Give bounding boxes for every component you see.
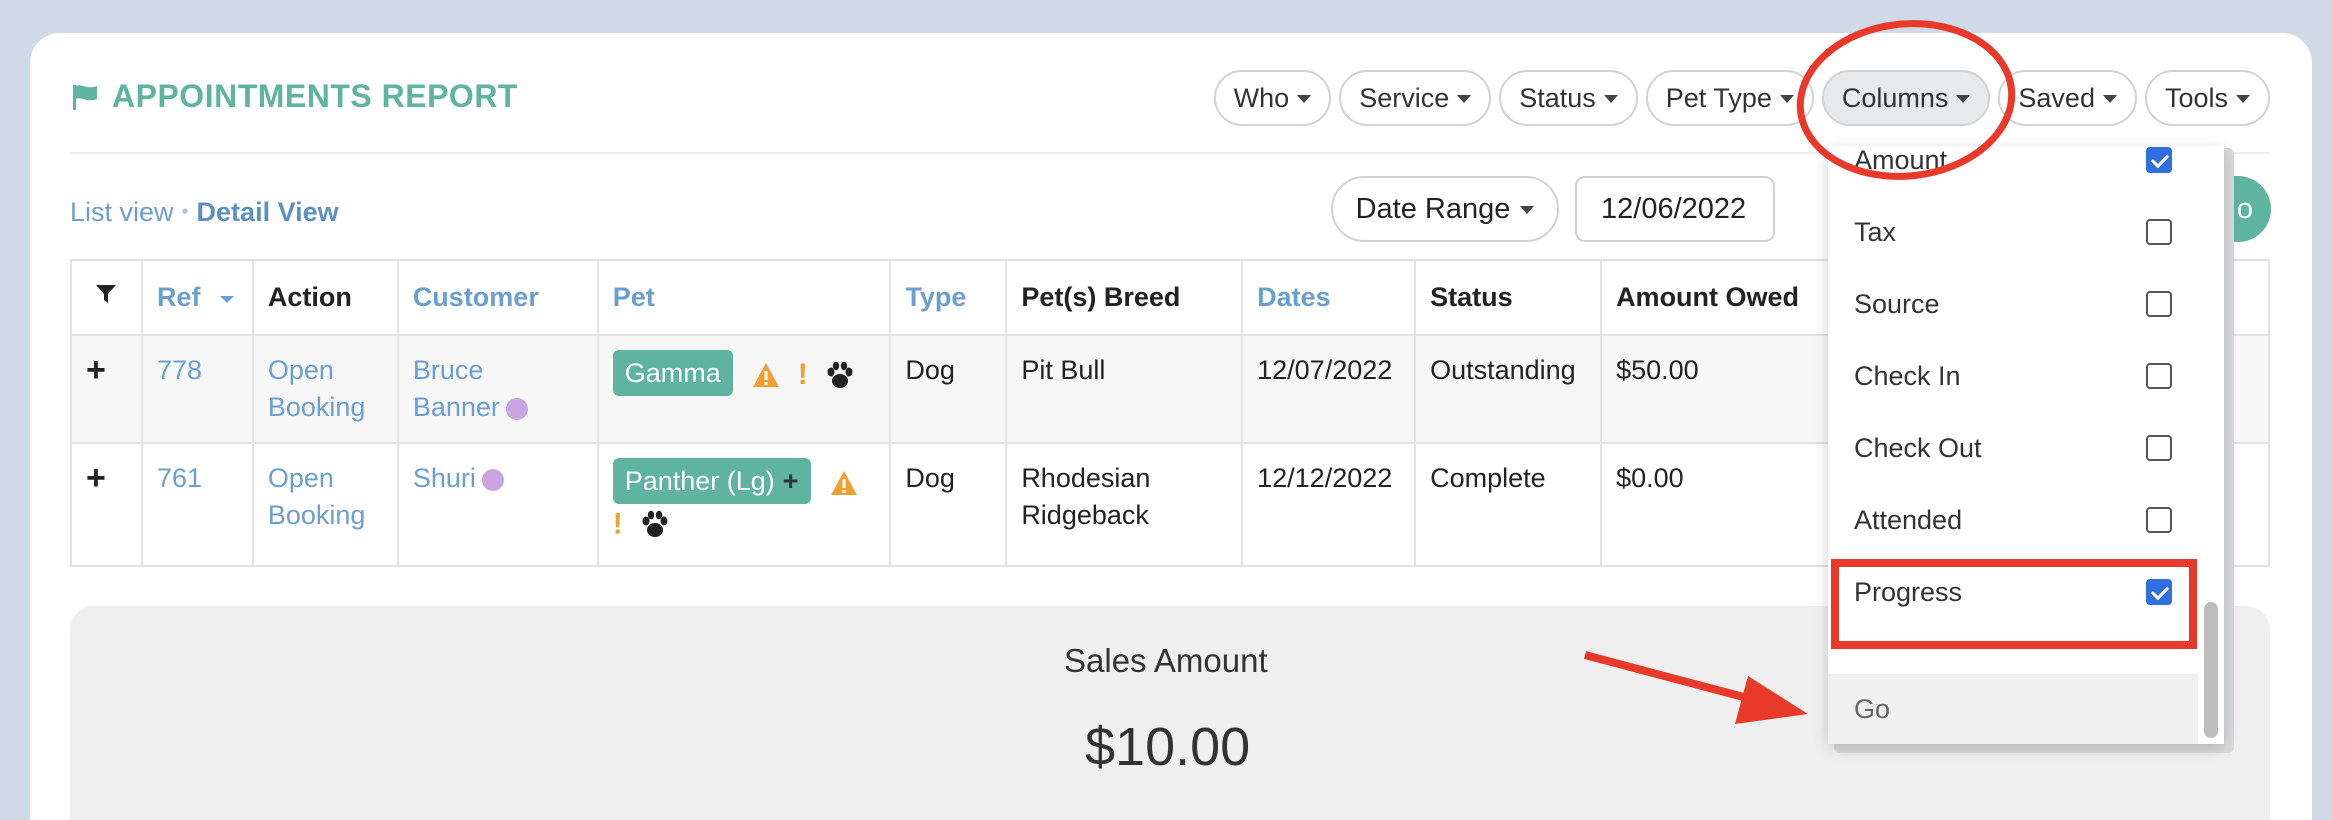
amount-owed-column-header: Amount Owed (1600, 259, 1834, 336)
check-out-checkbox[interactable] (2146, 435, 2172, 461)
tools-filter-button[interactable]: Tools (2144, 70, 2270, 126)
pet-tag[interactable]: Gamma (612, 350, 733, 396)
view-separator: • (181, 201, 189, 223)
progress-checkbox[interactable] (2146, 579, 2172, 605)
action-column-header: Action (251, 259, 399, 336)
caret-down-icon (1297, 95, 1312, 103)
filter-column-header[interactable] (70, 259, 143, 336)
customer-column-header[interactable]: Customer (396, 259, 599, 336)
column-option-tax[interactable]: Tax (1828, 196, 2198, 268)
filter-icon (96, 285, 117, 303)
caret-down-icon (1520, 206, 1535, 214)
warning-icon (831, 470, 858, 495)
source-checkbox[interactable] (2146, 291, 2172, 317)
caret-down-icon (1457, 95, 1472, 103)
service-filter-button[interactable]: Service (1339, 70, 1492, 126)
paw-icon (827, 361, 853, 388)
customer-link[interactable]: Bruce Banner (396, 334, 599, 444)
column-option-progress[interactable]: Progress (1828, 556, 2198, 628)
breed-cell: Pit Bull (1005, 334, 1244, 444)
detail-view-link[interactable]: Detail View (197, 197, 339, 228)
date-range-button[interactable]: Date Range (1331, 176, 1559, 242)
alert-icon: ! (797, 358, 808, 392)
paw-icon (642, 510, 668, 537)
type-cell: Dog (889, 334, 1008, 444)
caret-down-icon (2236, 95, 2250, 103)
warning-icon (753, 362, 780, 387)
customer-link[interactable]: Shuri (396, 442, 599, 567)
alert-icon: ! (612, 507, 623, 541)
caret-down-icon (1779, 95, 1794, 103)
date-cell: 12/07/2022 (1241, 334, 1417, 444)
ref-column-header[interactable]: Ref (140, 259, 254, 336)
ref-cell[interactable]: 778 (140, 334, 254, 444)
expand-row-button[interactable]: + (70, 442, 143, 567)
column-option-check-in[interactable]: Check In (1828, 340, 2198, 412)
pet-cell: Gamma ! (596, 334, 892, 444)
dates-column-header[interactable]: Dates (1241, 259, 1417, 336)
list-view-link[interactable]: List view (70, 197, 174, 228)
date-cell: 12/12/2022 (1241, 442, 1417, 567)
who-filter-button[interactable]: Who (1213, 70, 1332, 126)
plus-icon: + (782, 466, 799, 496)
caret-down-icon (1603, 95, 1618, 103)
type-column-header[interactable]: Type (889, 259, 1008, 336)
column-option-check-out[interactable]: Check Out (1828, 412, 2198, 484)
sort-desc-icon (219, 295, 234, 303)
column-option-attended[interactable]: Attended (1828, 484, 2198, 556)
open-booking-link[interactable]: Open Booking (251, 442, 399, 567)
ref-cell[interactable]: 761 (140, 442, 254, 567)
amount-owed-cell: $50.00 (1600, 334, 1834, 444)
page-title-text: APPOINTMENTS REPORT (112, 78, 518, 114)
pet-type-filter-button[interactable]: Pet Type (1645, 70, 1814, 126)
sales-amount-value: $10.00 (1085, 717, 1251, 777)
breed-column-header: Pet(s) Breed (1005, 259, 1244, 336)
pet-cell: Panther (Lg) + ! (596, 442, 892, 567)
columns-dropdown: Amount Tax Source Check In Check Out Att… (1828, 146, 2224, 744)
pet-tag[interactable]: Panther (Lg) + (612, 458, 811, 504)
sales-amount-label: Sales Amount (1064, 642, 1268, 679)
amount-owed-cell: $0.00 (1600, 442, 1834, 567)
status-filter-button[interactable]: Status (1499, 70, 1638, 126)
page-title: APPOINTMENTS REPORT (70, 78, 518, 115)
flag-icon (73, 84, 97, 110)
caret-down-icon (1956, 95, 1971, 103)
amount-checkbox[interactable] (2146, 147, 2172, 173)
status-cell: Complete (1414, 442, 1603, 567)
column-option-amount[interactable]: Amount (1828, 146, 2198, 196)
expand-row-button[interactable]: + (70, 334, 143, 444)
status-column-header: Status (1414, 259, 1603, 336)
breed-cell: Rhodesian Ridgeback (1005, 442, 1244, 567)
start-date-input[interactable]: 12/06/2022 (1575, 176, 1775, 242)
caret-down-icon (2102, 95, 2117, 103)
dropdown-scrollbar-thumb[interactable] (2204, 602, 2218, 738)
open-booking-link[interactable]: Open Booking (251, 334, 399, 444)
dropdown-go-button[interactable]: Go (1828, 674, 2198, 744)
filter-bar: Who Service Status Pet Type Columns Save… (1213, 70, 2270, 126)
type-cell: Dog (889, 442, 1008, 567)
customer-status-dot (481, 468, 504, 491)
check-in-checkbox[interactable] (2146, 363, 2172, 389)
view-switcher: List view • Detail View (70, 197, 339, 228)
customer-status-dot (505, 397, 528, 420)
column-option-source[interactable]: Source (1828, 268, 2198, 340)
saved-filter-button[interactable]: Saved (1998, 70, 2137, 126)
tax-checkbox[interactable] (2146, 219, 2172, 245)
pet-column-header[interactable]: Pet (596, 259, 892, 336)
columns-filter-button[interactable]: Columns (1821, 70, 1991, 126)
status-cell: Outstanding (1414, 334, 1603, 444)
attended-checkbox[interactable] (2146, 507, 2172, 533)
